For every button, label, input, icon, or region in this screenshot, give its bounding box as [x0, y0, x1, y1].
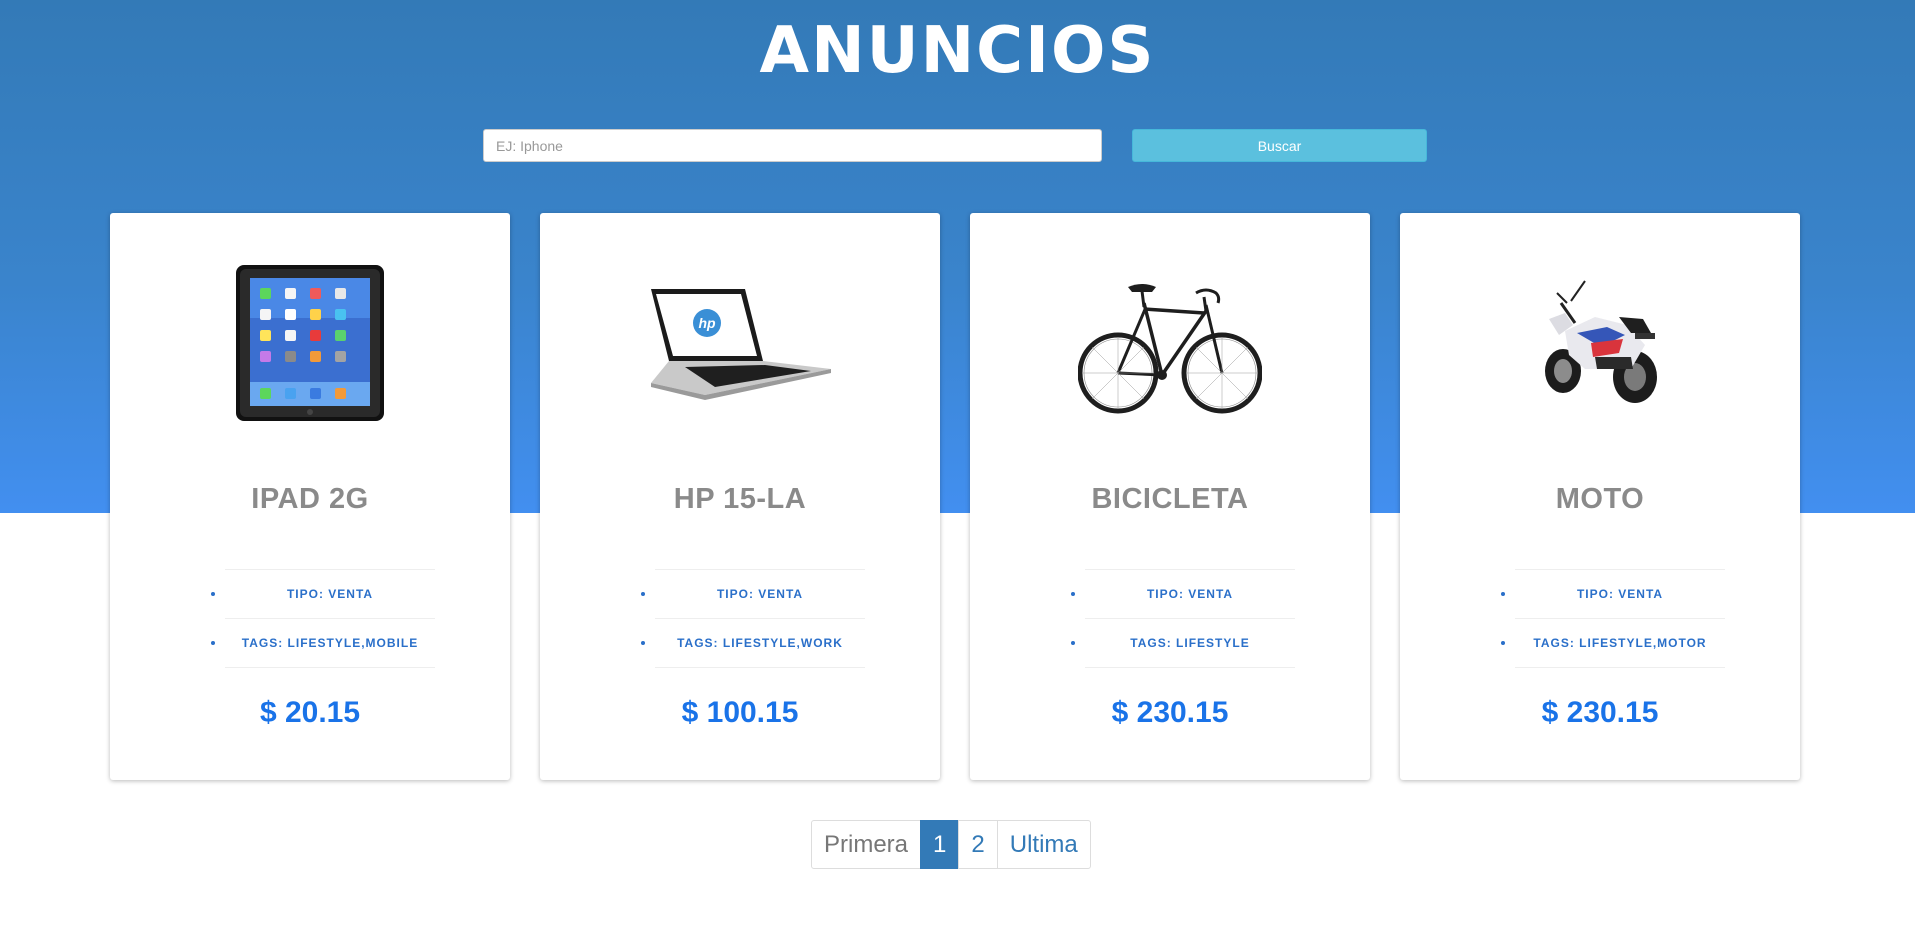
card-meta-list: TIPO: VENTA TAGS: LIFESTYLE,MOTOR: [1501, 569, 1725, 668]
card-title: MOTO: [1555, 483, 1645, 515]
motorcycle-image: [1500, 263, 1700, 423]
card-title: BICICLETA: [1091, 483, 1249, 515]
card-tags: TAGS: LIFESTYLE,MOBILE: [211, 619, 435, 668]
card-type: TIPO: VENTA: [1501, 570, 1725, 619]
page-2-link[interactable]: 2: [958, 820, 998, 869]
page-title: ANUNCIOS: [759, 14, 1156, 88]
page-1-link[interactable]: 1: [920, 820, 960, 869]
card-meta-list: TIPO: VENTA TAGS: LIFESTYLE,WORK: [641, 569, 865, 668]
card-type: TIPO: VENTA: [641, 570, 865, 619]
card-title: HP 15-LA: [673, 483, 807, 515]
svg-text:hp: hp: [698, 315, 716, 331]
card-price: $ 230.15: [1111, 696, 1229, 729]
card-price: $ 230.15: [1541, 696, 1659, 729]
card-meta-list: TIPO: VENTA TAGS: LIFESTYLE,MOBILE: [211, 569, 435, 668]
laptop-image: hp: [640, 263, 840, 423]
product-card-hp-laptop[interactable]: hp HP 15-LA TIPO: VENTA TAGS: LIFESTYLE,…: [540, 213, 940, 780]
bicycle-image: [1070, 263, 1270, 423]
card-price: $ 100.15: [681, 696, 799, 729]
card-tags: TAGS: LIFESTYLE,MOTOR: [1501, 619, 1725, 668]
card-tags: TAGS: LIFESTYLE: [1071, 619, 1295, 668]
search-button[interactable]: Buscar: [1132, 129, 1427, 162]
search-input[interactable]: [483, 129, 1102, 162]
card-price: $ 20.15: [259, 696, 361, 729]
card-meta-list: TIPO: VENTA TAGS: LIFESTYLE: [1071, 569, 1295, 668]
card-tags: TAGS: LIFESTYLE,WORK: [641, 619, 865, 668]
ipad-image: [210, 263, 410, 423]
pagination: Primera 1 2 Ultima: [811, 820, 1091, 869]
card-title: IPAD 2G: [251, 483, 369, 515]
card-type: TIPO: VENTA: [1071, 570, 1295, 619]
page-last-link[interactable]: Ultima: [996, 820, 1091, 869]
card-type: TIPO: VENTA: [211, 570, 435, 619]
product-card-motorcycle[interactable]: MOTO TIPO: VENTA TAGS: LIFESTYLE,MOTOR $…: [1400, 213, 1800, 780]
product-card-ipad[interactable]: IPAD 2G TIPO: VENTA TAGS: LIFESTYLE,MOBI…: [110, 213, 510, 780]
page-first-link[interactable]: Primera: [811, 820, 922, 869]
product-card-bicycle[interactable]: BICICLETA TIPO: VENTA TAGS: LIFESTYLE $ …: [970, 213, 1370, 780]
